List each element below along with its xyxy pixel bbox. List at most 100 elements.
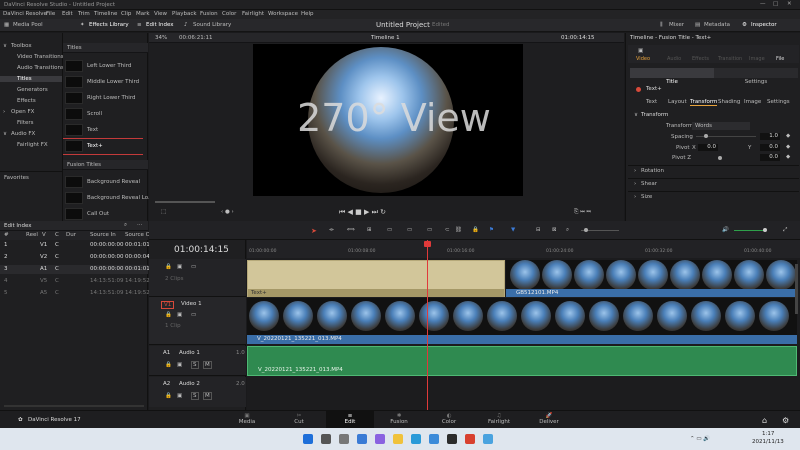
tree-item-fairlight-fx[interactable]: Fairlight FX xyxy=(17,142,48,148)
marker-icon[interactable]: ▼ xyxy=(511,227,515,233)
auto-select-icon[interactable]: ▣ xyxy=(177,393,182,399)
track-code-v1[interactable]: V1 xyxy=(161,301,175,309)
task-view-icon[interactable] xyxy=(339,434,349,444)
zoom-level[interactable]: 34% xyxy=(155,35,167,41)
table-row[interactable]: 4 V5 C 14:13:51:09 14:19:52: xyxy=(0,277,152,286)
clip-enable-icon[interactable] xyxy=(636,87,641,92)
maximize-icon[interactable]: □ xyxy=(773,1,778,7)
tab-image[interactable]: Image xyxy=(749,56,765,62)
section-size[interactable]: Size xyxy=(641,194,652,200)
trim-tool-icon[interactable]: ⟛ xyxy=(329,227,334,234)
menu-item[interactable]: Fairlight xyxy=(242,11,264,17)
tree-item-titles[interactable]: Titles xyxy=(0,76,62,82)
start-icon[interactable] xyxy=(303,434,313,444)
tree-item-toolbox[interactable]: Toolbox xyxy=(11,43,32,49)
menu-item[interactable]: Playback xyxy=(172,11,197,17)
title-item[interactable]: Text xyxy=(87,127,98,133)
menu-item[interactable]: Clip xyxy=(121,11,131,17)
vertical-scrollbar[interactable] xyxy=(795,264,798,314)
tree-item-filters[interactable]: Filters xyxy=(17,120,34,126)
tree-item-generators[interactable]: Generators xyxy=(17,87,48,93)
spacing-slider-handle[interactable] xyxy=(704,134,708,138)
auto-select-icon[interactable]: ▣ xyxy=(177,362,182,368)
table-row[interactable]: 2 V2 C 00:00:00:00 00:00:04: xyxy=(0,253,152,262)
section-transform[interactable]: Transform xyxy=(641,112,668,118)
section-caret-icon[interactable]: › xyxy=(634,194,636,200)
lock-icon[interactable]: 🔒 xyxy=(165,312,172,318)
mute-button[interactable]: M xyxy=(203,361,212,369)
playhead-handle[interactable] xyxy=(424,241,431,247)
page-color[interactable]: ◐ Color xyxy=(432,413,466,425)
track-enable-icon[interactable]: ▭ xyxy=(191,264,196,270)
tree-item-effects[interactable]: Effects xyxy=(17,98,36,104)
menu-item[interactable]: Color xyxy=(222,11,236,17)
pivot-x-input[interactable]: 0.0 xyxy=(698,144,718,151)
menu-item[interactable]: Mark xyxy=(136,11,150,17)
frame-nav-icon[interactable]: ‹ ● › xyxy=(221,209,234,215)
timeline-ruler[interactable]: 01:00:00:00 01:00:08:00 01:00:16:00 01:0… xyxy=(247,240,800,258)
tray-icons[interactable]: ⌃ ▭ 🔊 xyxy=(690,436,710,442)
solo-button[interactable]: S xyxy=(191,361,199,369)
tree-item-open-fx[interactable]: Open FX xyxy=(11,109,34,115)
menu-item[interactable]: Help xyxy=(301,11,314,17)
volume-slider-handle[interactable] xyxy=(763,228,767,232)
page-cut[interactable]: ✂ Cut xyxy=(282,413,316,425)
media-pool-button[interactable]: Media Pool xyxy=(13,22,43,28)
page-fusion[interactable]: ✱ Fusion xyxy=(382,413,416,425)
text-tab[interactable]: Settings xyxy=(767,99,790,105)
blade-tool-icon[interactable]: ⊞ xyxy=(367,227,372,233)
auto-select-icon[interactable]: ▣ xyxy=(177,264,182,270)
text-tab-active[interactable]: Transform xyxy=(690,99,718,106)
mute-button[interactable]: M xyxy=(203,392,212,400)
section-shear[interactable]: Shear xyxy=(641,181,657,187)
search-taskbar-icon[interactable] xyxy=(321,434,331,444)
subtab-title[interactable]: Title xyxy=(630,68,714,85)
section-caret-icon[interactable]: › xyxy=(634,168,636,174)
zoom-slider-handle[interactable] xyxy=(584,228,588,232)
pivot-y-input[interactable]: 0.0 xyxy=(760,144,780,151)
effects-library-button[interactable]: Effects Library xyxy=(89,22,129,28)
insert-clip-icon[interactable]: ▭ xyxy=(387,227,392,233)
tree-item-audio-fx[interactable]: Audio FX xyxy=(11,131,35,137)
menu-item[interactable]: Workspace xyxy=(268,11,298,17)
jog-bar[interactable] xyxy=(155,201,215,203)
home-icon[interactable]: ⌂ xyxy=(762,416,767,425)
tab-file[interactable]: File xyxy=(776,56,784,62)
menu-item[interactable]: View xyxy=(154,11,167,17)
transform-tool-icon[interactable]: ⬚ xyxy=(161,209,166,215)
playhead[interactable] xyxy=(427,240,428,410)
zoom-full-icon[interactable]: ⊟ xyxy=(536,227,541,233)
snapping-icon[interactable]: ⊂ xyxy=(445,227,450,233)
viewer-frame[interactable]: 270° View xyxy=(253,44,523,196)
menu-item[interactable]: Timeline xyxy=(94,11,117,17)
a1-audio-clip[interactable]: V_20220121_135221_013.MP4 xyxy=(247,346,797,376)
chat-icon[interactable] xyxy=(375,434,385,444)
table-row[interactable]: 1 V1 C 00:00:00:00 00:01:01: xyxy=(0,241,152,250)
settings-gear-icon[interactable]: ⚙ xyxy=(782,416,789,425)
keyframe-icon[interactable]: ◆ xyxy=(786,154,790,160)
lock-icon[interactable]: 🔒 xyxy=(165,264,172,270)
page-media[interactable]: ▣ Media xyxy=(230,413,264,425)
minimize-icon[interactable]: — xyxy=(760,1,766,7)
inspector-button[interactable]: Inspector xyxy=(751,22,777,28)
app-icon[interactable] xyxy=(483,434,493,444)
search-icon[interactable]: ⌕ xyxy=(124,222,127,229)
metadata-button[interactable]: Metadata xyxy=(704,22,730,28)
section-caret-icon[interactable]: ∨ xyxy=(634,112,638,118)
edge-icon[interactable] xyxy=(411,434,421,444)
pivot-z-value[interactable]: 0.0 xyxy=(760,154,780,161)
track-code-a1[interactable]: A1 xyxy=(163,350,170,356)
tab-transition[interactable]: Transition xyxy=(718,56,742,62)
replace-clip-icon[interactable]: ▭ xyxy=(427,227,432,233)
menu-item[interactable]: Trim xyxy=(78,11,90,17)
tab-video[interactable]: Video xyxy=(636,56,650,62)
zoom-custom-icon[interactable]: ⌕ xyxy=(566,227,569,234)
title-item-selected[interactable]: Text+ xyxy=(87,143,103,149)
title-item[interactable]: Scroll xyxy=(87,111,102,117)
app-icon[interactable] xyxy=(465,434,475,444)
overwrite-clip-icon[interactable]: ▭ xyxy=(407,227,412,233)
table-row[interactable]: 3 A1 C 00:00:00:00 00:01:01: xyxy=(0,265,152,274)
fusion-title-item[interactable]: Background Reveal Lo... xyxy=(87,195,153,201)
close-icon[interactable]: ✕ xyxy=(787,1,792,7)
edit-index-button[interactable]: Edit Index xyxy=(146,22,174,28)
